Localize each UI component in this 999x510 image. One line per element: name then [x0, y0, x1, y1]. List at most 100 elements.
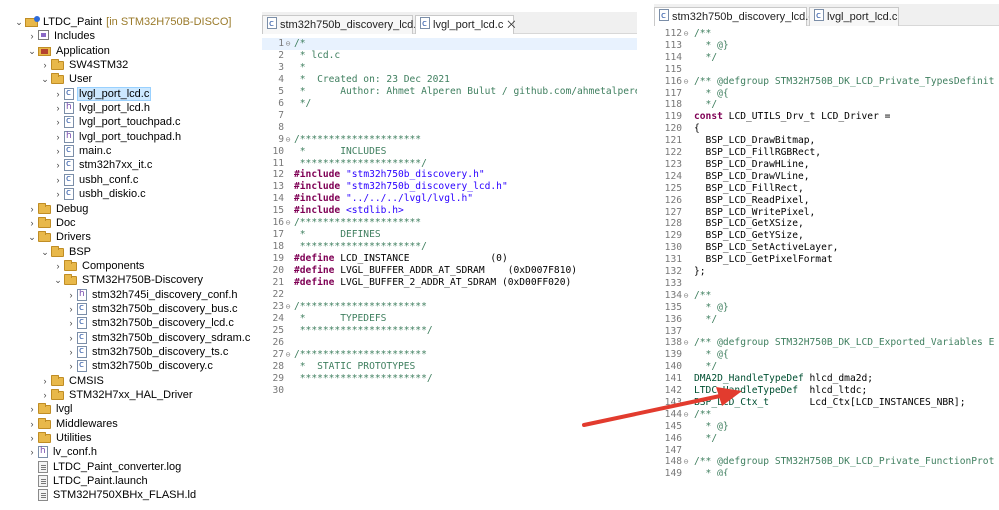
fold-toggle-icon[interactable]: ⊖ — [681, 456, 691, 468]
line-number: 137 — [664, 325, 682, 337]
chevron-right-icon[interactable]: › — [27, 431, 37, 445]
tab-stm32h750b-discovery-lcd-c[interactable]: stm32h750b_discovery_lcd.c⨉ — [654, 7, 826, 26]
fold-toggle-icon[interactable]: ⊖ — [681, 337, 691, 349]
chevron-right-icon[interactable]: › — [53, 158, 63, 172]
tab-lvgl-port-lcd-c[interactable]: lvgl_port_lcd.c — [809, 7, 899, 26]
chevron-down-icon[interactable]: ⌄ — [53, 273, 63, 287]
chevron-right-icon[interactable]: › — [53, 130, 63, 144]
line-number: 129 — [664, 230, 682, 242]
chevron-right-icon[interactable]: › — [40, 388, 50, 402]
code-token: BSP_LCD_WritePixel, — [694, 206, 816, 218]
tree-item-label: lvgl_port_lcd.c — [76, 87, 152, 101]
code-text: */ — [694, 433, 718, 445]
code-line: 137 — [654, 326, 999, 338]
tree-item-lvgl-port-lcd-h[interactable]: › lvgl_port_lcd.h — [53, 100, 151, 115]
tree-item-stm32h7xx-hal-driver[interactable]: › STM32H7xx_HAL_Driver — [40, 388, 193, 402]
chevron-right-icon[interactable]: › — [27, 216, 37, 230]
chevron-right-icon[interactable]: › — [66, 302, 76, 316]
tree-item-stm32h750b-discovery-ts-c[interactable]: › stm32h750b_discovery_ts.c — [66, 344, 229, 359]
hfile-icon — [77, 287, 87, 301]
tab-stm32h750b-discovery-lcd-c[interactable]: stm32h750b_discovery_lcd.c⨉ — [262, 15, 434, 34]
tree-item-application[interactable]: ⌄ Application — [27, 44, 111, 58]
chevron-down-icon[interactable]: ⌄ — [27, 44, 37, 58]
tree-item-includes[interactable]: › Includes — [27, 29, 96, 43]
chevron-right-icon[interactable]: › — [66, 359, 76, 373]
code-token: /** @defgroup STM32H750B_DK_LCD_Private_… — [694, 75, 995, 87]
code-token: * Created on: 23 Dec 2021 — [294, 73, 450, 85]
code-token: /** — [694, 28, 712, 39]
tree-item-lvgl-port-touchpad-h[interactable]: › lvgl_port_touchpad.h — [53, 129, 182, 144]
tree-item-stm32h7xx-it-c[interactable]: › stm32h7xx_it.c — [53, 157, 153, 172]
chevron-right-icon[interactable]: › — [66, 288, 76, 302]
tree-item-label: lvgl_port_touchpad.h — [79, 131, 182, 143]
fold-toggle-icon[interactable]: ⊖ — [283, 217, 293, 229]
tree-item-sw4stm32[interactable]: › SW4STM32 — [40, 58, 129, 72]
tree-item-user[interactable]: ⌄ User — [40, 72, 93, 86]
chevron-right-icon[interactable]: › — [40, 58, 50, 72]
chevron-right-icon[interactable]: › — [53, 173, 63, 187]
tree-item-ltdc-paint-converter-log[interactable]: LTDC_Paint_converter.log — [27, 460, 182, 474]
chevron-right-icon[interactable]: › — [66, 316, 76, 330]
chevron-right-icon[interactable]: › — [53, 87, 63, 101]
chevron-right-icon[interactable]: › — [27, 417, 37, 431]
tree-item-stm32h745i-discovery-conf-h[interactable]: › stm32h745i_discovery_conf.h — [66, 287, 239, 302]
tab-lvgl-port-lcd-c[interactable]: lvgl_port_lcd.c⨉ — [415, 15, 515, 34]
tree-item-utilities[interactable]: › Utilities — [27, 431, 92, 445]
close-icon[interactable]: ⨉ — [507, 20, 515, 31]
folder-icon — [38, 432, 51, 443]
chevron-down-icon[interactable]: ⌄ — [40, 245, 50, 259]
chevron-right-icon[interactable]: › — [53, 144, 63, 158]
chevron-right-icon[interactable]: › — [53, 115, 63, 129]
folder-icon — [38, 203, 51, 214]
tree-item-usbh-diskio-c[interactable]: › usbh_diskio.c — [53, 186, 147, 201]
tree-item-lv-conf-h[interactable]: › lv_conf.h — [27, 444, 98, 459]
fold-toggle-icon[interactable]: ⊖ — [283, 301, 293, 313]
tree-item-ltdc-paint[interactable]: ⌄ LTDC_Paint [in STM32H750B-DISCO] — [14, 15, 231, 29]
fold-toggle-icon[interactable]: ⊖ — [681, 409, 691, 421]
tree-item-lvgl-port-lcd-c[interactable]: › lvgl_port_lcd.c — [53, 86, 152, 101]
tree-item-stm32h750b-discovery[interactable]: ⌄ STM32H750B-Discovery — [53, 273, 204, 287]
tree-item-ltdc-paint-launch[interactable]: LTDC_Paint.launch — [27, 474, 149, 488]
tree-item-stm32h750b-discovery-bus-c[interactable]: › stm32h750b_discovery_bus.c — [66, 301, 239, 316]
tree-item-doc[interactable]: › Doc — [27, 216, 77, 230]
tree-item-bsp[interactable]: ⌄ BSP — [40, 245, 92, 259]
code-text: BSP_LCD_GetPixelFormat — [694, 254, 833, 266]
chevron-right-icon[interactable]: › — [27, 29, 37, 43]
chevron-right-icon[interactable]: › — [53, 101, 63, 115]
chevron-down-icon[interactable]: ⌄ — [40, 72, 50, 86]
tree-item-middlewares[interactable]: › Middlewares — [27, 417, 119, 431]
chevron-right-icon[interactable]: › — [27, 445, 37, 459]
fold-toggle-icon[interactable]: ⊖ — [283, 38, 293, 50]
fold-toggle-icon[interactable]: ⊖ — [681, 290, 691, 302]
tree-item-debug[interactable]: › Debug — [27, 202, 89, 216]
chevron-right-icon[interactable]: › — [53, 259, 63, 273]
fold-toggle-icon[interactable]: ⊖ — [283, 349, 293, 361]
tree-item-main-c[interactable]: › main.c — [53, 143, 112, 158]
chevron-right-icon[interactable]: › — [40, 374, 50, 388]
editor-left-code[interactable]: 1 ⊖/* 2 * lcd.c 3 * 4 * Created on: 23 Dec 2… — [262, 34, 637, 396]
tree-item-drivers[interactable]: ⌄ Drivers — [27, 230, 92, 244]
tree-item-stm32h750b-discovery-lcd-c[interactable]: › stm32h750b_discovery_lcd.c — [66, 315, 235, 330]
fold-toggle-icon[interactable]: ⊖ — [681, 28, 691, 40]
fold-toggle-icon[interactable]: ⊖ — [283, 134, 293, 146]
tree-item-components[interactable]: › Components — [53, 259, 145, 273]
line-number: 145 — [664, 420, 682, 432]
chevron-right-icon[interactable]: › — [27, 202, 37, 216]
tree-item-lvgl-port-touchpad-c[interactable]: › lvgl_port_touchpad.c — [53, 114, 182, 129]
chevron-right-icon[interactable]: › — [27, 402, 37, 416]
tree-item-stm32h750b-discovery-sdram-c[interactable]: › stm32h750b_discovery_sdram.c — [66, 330, 251, 345]
tree-item-lvgl[interactable]: › lvgl — [27, 402, 74, 416]
tree-item-stm32h750b-discovery-c[interactable]: › stm32h750b_discovery.c — [66, 358, 214, 373]
tree-item-usbh-conf-c[interactable]: › usbh_conf.c — [53, 172, 139, 187]
chevron-right-icon[interactable]: › — [53, 187, 63, 201]
code-token: #define — [294, 265, 335, 277]
editor-right-code[interactable]: 112 ⊖/** 113 * @} 114 */115 116 ⊖/** @defgrou… — [654, 26, 999, 476]
tree-item-label: stm32h750b_discovery_bus.c — [92, 303, 238, 315]
tree-item-stm32h750xbhx-flash-ld[interactable]: STM32H750XBHx_FLASH.ld — [27, 488, 197, 502]
chevron-right-icon[interactable]: › — [66, 345, 76, 359]
chevron-right-icon[interactable]: › — [66, 331, 76, 345]
tree-item-cmsis[interactable]: › CMSIS — [40, 374, 105, 388]
chevron-down-icon[interactable]: ⌄ — [14, 15, 24, 29]
fold-toggle-icon[interactable]: ⊖ — [681, 76, 691, 88]
chevron-down-icon[interactable]: ⌄ — [27, 230, 37, 244]
